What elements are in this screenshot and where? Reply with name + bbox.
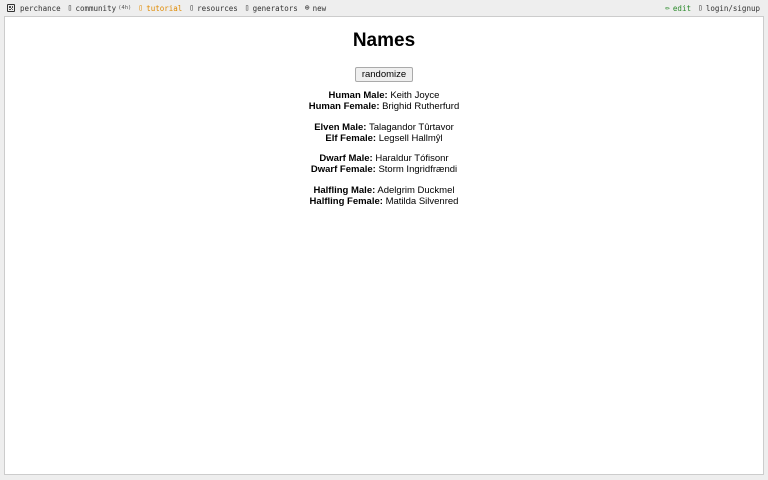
edit-label: edit	[672, 3, 691, 13]
name-line: Elven Male: Talagandor Tûrtavor	[5, 122, 763, 133]
community-label: community	[75, 3, 117, 13]
generated-name: Brighid Rutherfurd	[382, 101, 460, 112]
login-label: login/signup	[705, 3, 760, 13]
name-category-label: Halfling Male:	[313, 184, 376, 196]
generated-name: Adelgrim Duckmel	[377, 184, 455, 196]
nav-home-link[interactable]: perchance	[7, 4, 61, 13]
top-nav-bar: perchance ▯ community (4h) ▯ tutorial ▯ …	[0, 0, 768, 16]
generators-label: generators	[252, 3, 298, 13]
pencil-icon: ✏	[665, 3, 670, 12]
name-line: Halfling Male: Adelgrim Duckmel	[5, 185, 763, 196]
tutorial-label: tutorial	[146, 3, 183, 13]
generated-name: Matilda Silvenred	[385, 195, 459, 207]
name-group: Halfling Male: Adelgrim Duckmel Halfling …	[5, 185, 763, 207]
name-group: Human Male: Keith Joyce Human Female: Bri…	[5, 90, 763, 112]
name-category-label: Human Male:	[328, 90, 388, 101]
user-icon: ▯	[697, 3, 703, 12]
generated-name: Haraldur Tófisonr	[375, 153, 449, 164]
name-category-label: Human Female:	[308, 101, 380, 112]
nav-generators-link[interactable]: ▯ generators	[245, 4, 298, 13]
name-line: Human Male: Keith Joyce	[5, 90, 763, 101]
plus-circle-icon: ⊕	[304, 3, 310, 12]
nav-community-link[interactable]: ▯ community (4h)	[68, 4, 132, 13]
gear-icon: ▯	[244, 3, 250, 12]
name-category-label: Halfling Female:	[309, 195, 383, 207]
name-line: Dwarf Male: Haraldur Tófisonr	[5, 153, 763, 164]
resources-label: resources	[197, 3, 238, 13]
nav-new-link[interactable]: ⊕ new	[305, 4, 326, 13]
generated-name: Keith Joyce	[390, 90, 440, 101]
generated-name: Talagandor Tûrtavor	[368, 121, 454, 133]
name-category-label: Dwarf Female:	[310, 164, 376, 175]
generator-content: Names randomize Human Male: Keith Joyce H…	[5, 17, 763, 207]
brand-label: perchance	[20, 3, 61, 13]
book-icon: ▯	[189, 3, 195, 12]
nav-edit-link[interactable]: ✏ edit	[665, 4, 691, 13]
name-line: Human Female: Brighid Rutherfurd	[5, 101, 763, 112]
new-label: new	[312, 3, 327, 13]
community-count: (4h)	[118, 5, 132, 11]
nav-resources-link[interactable]: ▯ resources	[189, 4, 237, 13]
nav-login-link[interactable]: ▯ login/signup	[698, 4, 760, 13]
name-category-label: Elf Female:	[325, 132, 377, 144]
dice-icon	[7, 4, 15, 12]
chat-icon: ▯	[67, 3, 73, 12]
generator-output-frame: Names randomize Human Male: Keith Joyce H…	[4, 16, 764, 475]
name-line: Elf Female: Legsell Hallmŷl	[5, 133, 763, 144]
name-results: Human Male: Keith Joyce Human Female: Bri…	[5, 90, 763, 207]
lightbulb-icon: ▯	[138, 3, 144, 12]
page-title: Names	[352, 30, 416, 51]
name-line: Halfling Female: Matilda Silvenred	[5, 196, 763, 207]
randomize-button[interactable]: randomize	[354, 67, 414, 82]
name-category-label: Dwarf Male:	[319, 153, 373, 164]
name-line: Dwarf Female: Storm Ingridfrændi	[5, 164, 763, 175]
name-group: Elven Male: Talagandor Tûrtavor Elf Femal…	[5, 122, 763, 144]
generated-name: Legsell Hallmŷl	[378, 132, 443, 144]
nav-tutorial-link[interactable]: ▯ tutorial	[138, 4, 182, 13]
name-group: Dwarf Male: Haraldur Tófisonr Dwarf Femal…	[5, 153, 763, 175]
generated-name: Storm Ingridfrændi	[378, 164, 458, 175]
name-category-label: Elven Male:	[314, 121, 367, 133]
